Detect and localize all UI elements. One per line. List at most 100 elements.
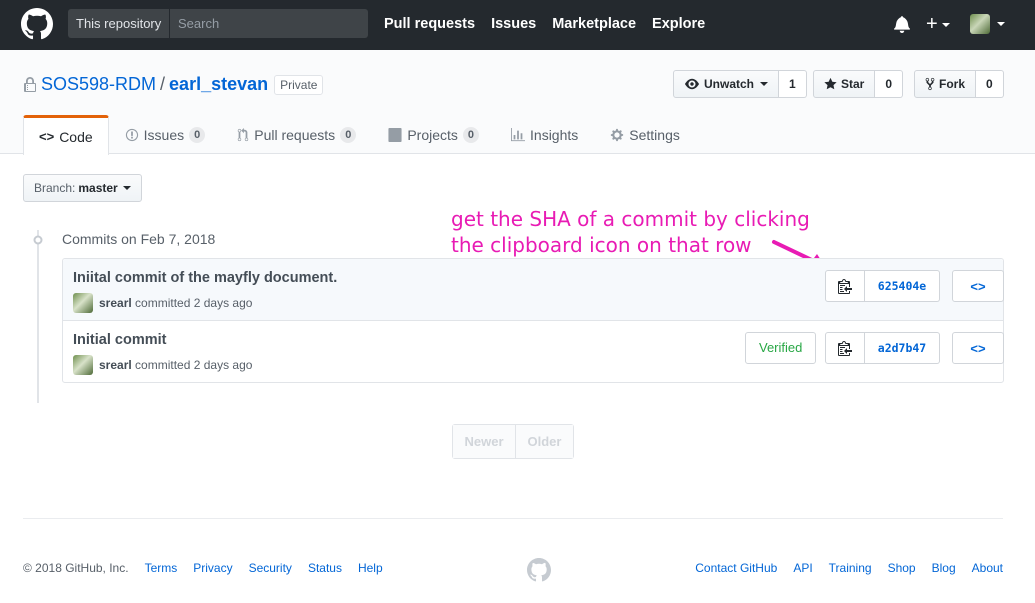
commit-author-link[interactable]: srearl [99, 358, 132, 372]
footer-link-help[interactable]: Help [358, 561, 383, 575]
chevron-down-icon [122, 186, 131, 190]
commit-message-link[interactable]: Iniital commit of the mayfly document. [73, 270, 337, 286]
footer-link-shop[interactable]: Shop [888, 561, 916, 575]
commit-author-link[interactable]: srearl [99, 296, 132, 310]
clipboard-icon [838, 279, 852, 294]
watchers-count[interactable]: 1 [779, 70, 807, 98]
lock-icon [24, 76, 36, 92]
footer-link-api[interactable]: API [793, 561, 812, 575]
commit-sha-link[interactable]: 625404e [865, 270, 940, 302]
star-button[interactable]: Star [813, 70, 876, 98]
footer-link-privacy[interactable]: Privacy [193, 561, 232, 575]
commits-timeline [37, 230, 39, 403]
repo-owner-link[interactable]: SOS598-RDM [41, 74, 156, 95]
commit-message-link[interactable]: Initial commit [73, 332, 166, 348]
new-menu-button[interactable]: + [926, 13, 950, 35]
nav-pull-requests[interactable]: Pull requests [384, 14, 475, 34]
star-label: Star [841, 77, 865, 91]
tab-pull-requests[interactable]: Pull requests 0 [221, 115, 372, 154]
footer-left: © 2018 GitHub, Inc. Terms Privacy Securi… [23, 561, 383, 575]
code-icon: <> [970, 340, 986, 356]
footer-link-terms[interactable]: Terms [145, 561, 178, 575]
tab-label: Pull requests [254, 127, 336, 143]
footer-link-blog[interactable]: Blog [932, 561, 956, 575]
bell-icon[interactable] [894, 15, 910, 33]
footer-link-security[interactable]: Security [249, 561, 292, 575]
star-icon [824, 77, 837, 90]
footer-divider [23, 518, 1003, 519]
branch-prefix: Branch: [34, 181, 76, 195]
fork-group: Fork 0 [914, 70, 1004, 98]
github-octocat-icon[interactable] [527, 558, 551, 582]
footer-link-training[interactable]: Training [829, 561, 872, 575]
gear-icon [611, 128, 624, 142]
nav-explore[interactable]: Explore [652, 14, 705, 34]
newer-button[interactable]: Newer [453, 425, 515, 458]
branch-select-button[interactable]: Branch: master [23, 174, 142, 202]
repo-nav: <> Code Issues 0 Pull requests 0 Project… [23, 115, 696, 155]
nav-issues[interactable]: Issues [491, 14, 536, 34]
footer-link-status[interactable]: Status [308, 561, 342, 575]
fork-label: Fork [939, 77, 966, 91]
commit-sha-link[interactable]: a2d7b47 [865, 332, 940, 364]
avatar[interactable] [73, 355, 93, 375]
issue-icon [125, 128, 138, 142]
commit-meta: srearl committed 2 days ago [73, 355, 252, 375]
avatar[interactable] [73, 293, 93, 313]
nav-marketplace[interactable]: Marketplace [552, 14, 636, 34]
footer-link-about[interactable]: About [972, 561, 1003, 575]
tab-code[interactable]: <> Code [23, 115, 109, 155]
commit-list: Iniital commit of the mayfly document. s… [62, 258, 1004, 383]
forks-count[interactable]: 0 [976, 70, 1004, 98]
annotation-line-2: the clipboard icon on that row [451, 233, 752, 257]
pull-request-icon [238, 128, 249, 142]
fork-icon [925, 77, 935, 91]
unwatch-button[interactable]: Unwatch [673, 70, 780, 98]
tab-label: Code [59, 128, 93, 145]
commit-dot-icon [33, 235, 43, 245]
older-button[interactable]: Older [515, 425, 573, 458]
repo-title: SOS598-RDM / earl_stevan Private [23, 74, 324, 95]
repo-header: SOS598-RDM / earl_stevan Private Unwatch… [0, 50, 1035, 155]
eye-icon [685, 78, 699, 90]
verified-badge[interactable]: Verified [745, 332, 817, 364]
chevron-down-icon[interactable] [997, 22, 1005, 26]
github-octocat-icon[interactable] [21, 8, 53, 40]
star-group: Star 0 [813, 70, 904, 98]
repo-name-link[interactable]: earl_stevan [169, 74, 268, 95]
watch-group: Unwatch 1 [673, 70, 807, 98]
graph-icon [511, 128, 526, 142]
annotation-text: get the SHA of a commit by clicking the … [451, 206, 810, 258]
issues-counter: 0 [189, 127, 206, 143]
copy-sha-button[interactable] [825, 332, 865, 364]
top-nav: Pull requests Issues Marketplace Explore [384, 14, 705, 34]
fork-button[interactable]: Fork [914, 70, 977, 98]
chevron-down-icon [760, 82, 769, 86]
tab-label: Projects [407, 127, 458, 143]
tab-settings[interactable]: Settings [594, 115, 696, 154]
search-scope: This repository Search [68, 9, 368, 38]
footer-link-contact[interactable]: Contact GitHub [695, 561, 777, 575]
code-icon: <> [970, 278, 986, 294]
browse-files-button[interactable]: <> [952, 332, 1004, 364]
browse-files-button[interactable]: <> [952, 270, 1004, 302]
plus-icon: + [926, 13, 938, 35]
site-header: This repository Search Pull requests Iss… [0, 0, 1035, 50]
tab-projects[interactable]: Projects 0 [372, 115, 495, 154]
project-icon [388, 128, 402, 142]
commit-meta: srearl committed 2 days ago [73, 293, 252, 313]
copy-sha-button[interactable] [825, 270, 865, 302]
tab-issues[interactable]: Issues 0 [109, 115, 222, 154]
footer-copyright: © 2018 GitHub, Inc. [23, 561, 129, 575]
scope-label: This repository [68, 9, 170, 38]
pull-requests-counter: 0 [340, 127, 357, 143]
annotation-line-1: get the SHA of a commit by clicking [451, 207, 810, 231]
path-separator: / [160, 74, 166, 94]
stars-count[interactable]: 0 [875, 70, 904, 98]
user-avatar[interactable] [970, 14, 990, 34]
unwatch-label: Unwatch [704, 77, 755, 91]
search-input[interactable]: Search [170, 9, 368, 38]
table-row: Initial commit srearl committed 2 days a… [63, 321, 1004, 383]
tab-insights[interactable]: Insights [495, 115, 594, 154]
commit-group-title: Commits on Feb 7, 2018 [62, 231, 216, 247]
